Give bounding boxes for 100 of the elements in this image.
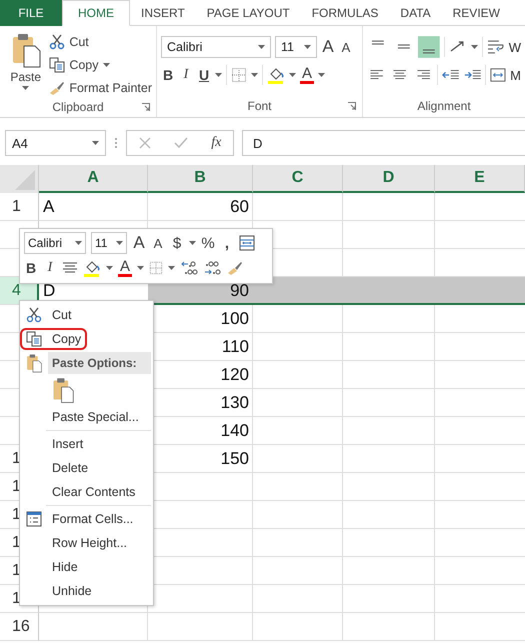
clipboard-icon [26, 353, 42, 373]
column-header[interactable]: C [253, 165, 343, 193]
name-box[interactable]: A4 [5, 130, 106, 156]
copy-button[interactable]: Copy [49, 55, 152, 75]
merge-cells-icon[interactable] [490, 67, 506, 83]
shrink-font-button[interactable]: A [151, 236, 165, 250]
paintbrush-icon[interactable] [226, 260, 244, 276]
cut-button[interactable]: Cut [49, 32, 152, 52]
menu-item[interactable]: Paste Special... [46, 406, 145, 428]
menu-item[interactable]: Cut [46, 304, 78, 326]
grow-font-button[interactable]: A [321, 37, 335, 57]
caret-icon [289, 73, 296, 77]
wrap-text-icon[interactable] [486, 39, 505, 55]
font-name-field[interactable]: Calibri [161, 36, 271, 58]
table-cell-text: 140 [220, 420, 250, 442]
vertical-align-icon[interactable] [418, 36, 440, 58]
insert-function-button[interactable]: fx [211, 135, 222, 151]
ribbon-tab[interactable]: FILE [0, 0, 62, 26]
menu-section-header: Paste Options: [48, 352, 151, 374]
comma-style-button[interactable]: , [220, 234, 234, 252]
bold-button[interactable]: B [24, 260, 38, 276]
clipboard-icon [52, 376, 74, 404]
caret-icon [470, 45, 478, 49]
ribbon-tab[interactable]: HOME [62, 0, 130, 26]
table-cell-text: 100 [220, 308, 250, 330]
caret-icon [189, 241, 196, 245]
group-label: Alignment [417, 99, 471, 113]
bold-button[interactable]: B [161, 67, 175, 83]
font-color-button[interactable]: A [118, 260, 132, 276]
caret-icon [168, 266, 175, 270]
grip-icon [114, 137, 118, 149]
ribbon-tab[interactable]: PAGE LAYOUT [196, 0, 301, 26]
caret-icon [22, 86, 30, 90]
menu-item[interactable]: Delete [46, 457, 94, 479]
menu-item[interactable]: Format Cells... [46, 508, 140, 530]
caret-icon [92, 141, 99, 145]
copy-icon [49, 57, 66, 73]
menu-item[interactable]: Insert [46, 433, 90, 455]
menu-item[interactable]: Clear Contents [46, 481, 142, 503]
table-cell-text: 60 [229, 196, 250, 218]
group-label: Font [247, 99, 272, 113]
table-cell-text: 130 [220, 392, 250, 414]
column-header[interactable]: A [39, 165, 148, 193]
decrease-decimal-icon[interactable] [180, 260, 198, 276]
table-cell-text: A [42, 196, 56, 218]
center-align-icon[interactable] [62, 261, 78, 275]
fill-color-icon[interactable] [267, 66, 285, 84]
font-size-field[interactable]: 11 [275, 36, 317, 58]
underline-button[interactable]: U [197, 67, 211, 83]
dialog-launcher-icon[interactable] [142, 102, 150, 110]
scissors-icon [49, 34, 66, 50]
borders-icon[interactable] [149, 261, 163, 275]
borders-icon[interactable] [231, 67, 247, 83]
table-cell-text: 150 [220, 448, 250, 470]
wrap-text-label[interactable]: W [508, 40, 522, 54]
format-cells-icon [26, 511, 42, 527]
table-cell-text: 120 [220, 364, 250, 386]
dialog-launcher-icon[interactable] [348, 102, 356, 110]
caret-icon [258, 45, 265, 49]
ribbon-tab[interactable]: INSERT [130, 0, 196, 26]
ribbon-tab[interactable]: REVIEW [442, 0, 511, 26]
caret-icon [318, 73, 325, 77]
check-icon[interactable] [174, 137, 188, 149]
shrink-font-button[interactable]: A [339, 40, 353, 54]
font-size-field[interactable]: 11 [91, 232, 127, 254]
paste-button[interactable]: Paste [4, 30, 48, 98]
table-cell-text: 110 [220, 336, 250, 358]
column-header[interactable]: D [343, 165, 435, 193]
paintbrush-icon [49, 80, 66, 96]
fill-color-icon[interactable] [83, 259, 101, 277]
menu-item[interactable]: Unhide [46, 580, 98, 602]
italic-button[interactable]: I [179, 67, 193, 83]
grow-font-button[interactable]: A [132, 233, 146, 253]
caret-icon [215, 73, 222, 77]
ribbon-tab[interactable]: FORMULAS [300, 0, 390, 26]
copy-icon [26, 331, 42, 347]
formula-field[interactable]: D [242, 130, 525, 156]
caret-icon [106, 266, 113, 270]
caret-icon [116, 241, 123, 245]
merge-label[interactable]: M [510, 68, 521, 82]
format-painter-button[interactable]: Format Painter [49, 78, 152, 98]
group-label: Clipboard [52, 100, 104, 114]
ribbon-tab[interactable]: DATA [389, 0, 442, 26]
currency-button[interactable]: $ [170, 234, 184, 252]
menu-item[interactable]: Copy [20, 328, 88, 350]
font-color-button[interactable]: A [300, 66, 314, 84]
caret-icon [75, 241, 82, 245]
menu-item[interactable]: Hide [46, 556, 84, 578]
clipboard-icon [10, 32, 41, 68]
font-name-field[interactable]: Calibri [24, 232, 86, 254]
menu-item[interactable]: Row Height... [46, 532, 134, 554]
increase-decimal-icon[interactable] [203, 260, 221, 276]
column-header[interactable]: B [148, 165, 253, 193]
scissors-icon [26, 307, 42, 323]
percent-button[interactable]: % [201, 234, 215, 252]
wrap-text-icon[interactable] [239, 235, 255, 251]
caret-icon [304, 45, 311, 49]
column-header[interactable]: E [435, 165, 525, 193]
caret-icon [102, 63, 110, 67]
italic-button[interactable]: I [43, 260, 57, 276]
